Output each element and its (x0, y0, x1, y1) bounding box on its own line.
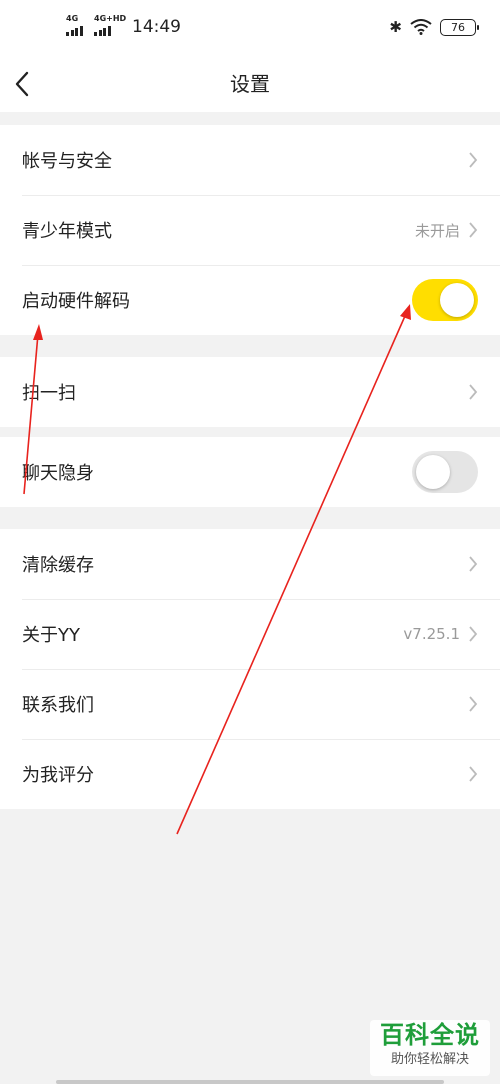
page-title: 设置 (230, 72, 270, 96)
setting-value: 未开启 (414, 221, 460, 240)
bluetooth-icon: ✱ (389, 18, 402, 36)
setting-label: 为我评分 (22, 765, 94, 786)
watermark-title: 百科全说 (380, 1021, 480, 1049)
wifi-icon (410, 19, 432, 35)
nav-bar: 设置 (0, 56, 500, 112)
version-value: v7.25.1 (403, 625, 460, 643)
setting-row-teen-mode[interactable]: 青少年模式 未开启 (0, 195, 500, 265)
setting-row-clear-cache[interactable]: 清除缓存 (0, 529, 500, 599)
chevron-right-icon (469, 384, 478, 400)
setting-row-about[interactable]: 关于YY v7.25.1 (0, 599, 500, 669)
chat-invisible-toggle[interactable] (412, 451, 478, 493)
setting-row-hardware-decode: 启动硬件解码 (0, 265, 500, 335)
signal-4g-icon: 4G (66, 14, 88, 38)
battery-icon: 76 (440, 18, 479, 36)
signal-4g-hd-icon: 4G+HD (94, 14, 126, 38)
watermark-logo: 百科全说 助你轻松解决 (370, 1020, 490, 1076)
chevron-right-icon (469, 556, 478, 572)
setting-label: 联系我们 (22, 695, 94, 716)
setting-row-chat-invisible: 聊天隐身 (0, 437, 500, 507)
status-bar: 4G 4G+HD 14:49 ✱ 76 (0, 0, 500, 56)
chevron-right-icon (469, 222, 478, 238)
settings-group-misc: 清除缓存 关于YY v7.25.1 联系我们 为我评分 (0, 529, 500, 809)
toggle-knob (416, 455, 450, 489)
clock: 14:49 (132, 17, 181, 37)
setting-label: 青少年模式 (22, 221, 112, 242)
watermark-subtitle: 助你轻松解决 (390, 1052, 469, 1067)
setting-row-scan[interactable]: 扫一扫 (0, 357, 500, 427)
setting-row-contact[interactable]: 联系我们 (0, 669, 500, 739)
setting-row-rate[interactable]: 为我评分 (0, 739, 500, 809)
chevron-right-icon (469, 696, 478, 712)
setting-label: 扫一扫 (22, 383, 76, 404)
setting-label: 帐号与安全 (22, 151, 112, 172)
chevron-right-icon (469, 626, 478, 642)
settings-group-scan: 扫一扫 (0, 357, 500, 427)
settings-group-account: 帐号与安全 青少年模式 未开启 启动硬件解码 (0, 125, 500, 335)
setting-row-account-security[interactable]: 帐号与安全 (0, 125, 500, 195)
setting-label: 关于YY (22, 625, 80, 646)
chevron-right-icon (469, 152, 478, 168)
settings-group-chat: 聊天隐身 (0, 437, 500, 507)
hardware-decode-toggle[interactable] (412, 279, 478, 321)
toggle-knob (440, 283, 474, 317)
setting-label: 启动硬件解码 (22, 291, 130, 312)
setting-label: 清除缓存 (22, 555, 94, 576)
setting-label: 聊天隐身 (22, 463, 94, 484)
chevron-right-icon (469, 766, 478, 782)
home-indicator[interactable] (56, 1080, 444, 1084)
